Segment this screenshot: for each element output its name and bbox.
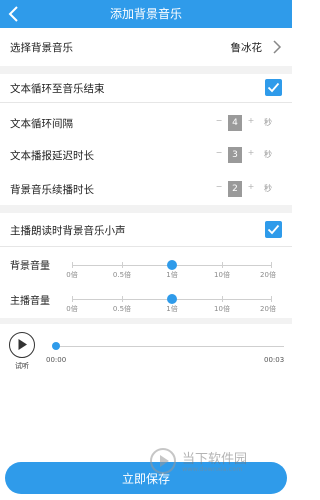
slider-tick (72, 262, 73, 268)
bg-volume-tick-label: 10倍 (214, 271, 230, 279)
continue-stepper: − 2 + 秒 (214, 181, 284, 197)
audio-progress-thumb[interactable] (52, 342, 60, 350)
host-volume-tick-label: 10倍 (214, 305, 230, 313)
section-gap (0, 318, 292, 324)
host-volume-tick-label: 1倍 (166, 305, 178, 313)
duck-row: 主播朗读时背景音乐小声 (0, 213, 292, 245)
title-bar: 添加背景音乐 (0, 0, 292, 28)
host-volume-tick-label: 20倍 (260, 305, 276, 313)
continue-row: 背景音乐续播时长 − 2 + 秒 (0, 177, 292, 201)
duck-checkbox[interactable] (265, 221, 282, 238)
preview-label: 试听 (15, 362, 29, 370)
check-icon (267, 224, 280, 235)
slider-tick (222, 296, 223, 302)
divider (0, 102, 292, 103)
slider-tick (271, 262, 272, 268)
play-icon (18, 339, 27, 350)
delay-value[interactable]: 3 (228, 147, 242, 163)
interval-plus-button[interactable]: + (246, 116, 256, 125)
interval-row: 文本循环间隔 − 4 + 秒 (0, 111, 292, 135)
total-time: 00:03 (264, 356, 285, 364)
slider-tick (222, 262, 223, 268)
delay-minus-button[interactable]: − (214, 148, 224, 157)
bg-volume-tick-label: 1倍 (166, 271, 178, 279)
current-time: 00:00 (46, 356, 67, 364)
audio-progress-bar[interactable] (52, 342, 284, 350)
watermark: 当下软件园 www.downxia.com (148, 446, 288, 476)
loop-checkbox[interactable] (265, 79, 282, 96)
bg-volume-tick-label: 20倍 (260, 271, 276, 279)
slider-tick (271, 296, 272, 302)
bg-volume-tick-label: 0倍 (66, 271, 78, 279)
bg-volume-slider[interactable] (72, 260, 272, 270)
delay-label: 文本播报延迟时长 (10, 150, 94, 162)
watermark-url: www.downxia.com (182, 465, 243, 473)
watermark-logo-icon (150, 448, 176, 474)
play-button[interactable] (9, 332, 35, 358)
interval-stepper: − 4 + 秒 (214, 115, 284, 131)
loop-row: 文本循环至音乐结束 (0, 74, 292, 102)
bg-volume-thumb[interactable] (167, 260, 177, 270)
host-volume-tick-label: 0倍 (66, 305, 78, 313)
select-music-label: 选择背景音乐 (10, 42, 73, 54)
page-title: 添加背景音乐 (109, 7, 182, 21)
interval-minus-button[interactable]: − (214, 116, 224, 125)
delay-stepper: − 3 + 秒 (214, 147, 284, 163)
continue-unit: 秒 (264, 184, 272, 193)
duck-label: 主播朗读时背景音乐小声 (10, 225, 126, 237)
section-gap (0, 205, 292, 213)
interval-label: 文本循环间隔 (10, 118, 73, 130)
slider-tick (122, 262, 123, 268)
host-volume-thumb[interactable] (167, 294, 177, 304)
chevron-right-icon (273, 40, 282, 54)
loop-label: 文本循环至音乐结束 (10, 83, 105, 95)
check-icon (267, 82, 280, 93)
select-music-row[interactable]: 选择背景音乐 鲁冰花 (0, 28, 292, 66)
delay-unit: 秒 (264, 150, 272, 159)
bg-volume-label: 背景音量 (10, 261, 50, 272)
host-volume-label: 主播音量 (10, 296, 50, 307)
host-volume-tick-label: 0.5倍 (112, 305, 132, 313)
continue-plus-button[interactable]: + (246, 182, 256, 191)
delay-row: 文本播报延迟时长 − 3 + 秒 (0, 143, 292, 167)
selected-music-name: 鲁冰花 (230, 42, 263, 54)
bg-volume-tick-label: 0.5倍 (112, 271, 132, 279)
slider-tick (72, 296, 73, 302)
interval-value[interactable]: 4 (228, 115, 242, 131)
slider-tick (122, 296, 123, 302)
divider (0, 246, 292, 247)
host-volume-slider[interactable] (72, 294, 272, 304)
continue-value[interactable]: 2 (228, 181, 242, 197)
delay-plus-button[interactable]: + (246, 148, 256, 157)
continue-label: 背景音乐续播时长 (10, 184, 94, 196)
continue-minus-button[interactable]: − (214, 182, 224, 191)
section-gap (0, 66, 292, 74)
interval-unit: 秒 (264, 118, 272, 127)
